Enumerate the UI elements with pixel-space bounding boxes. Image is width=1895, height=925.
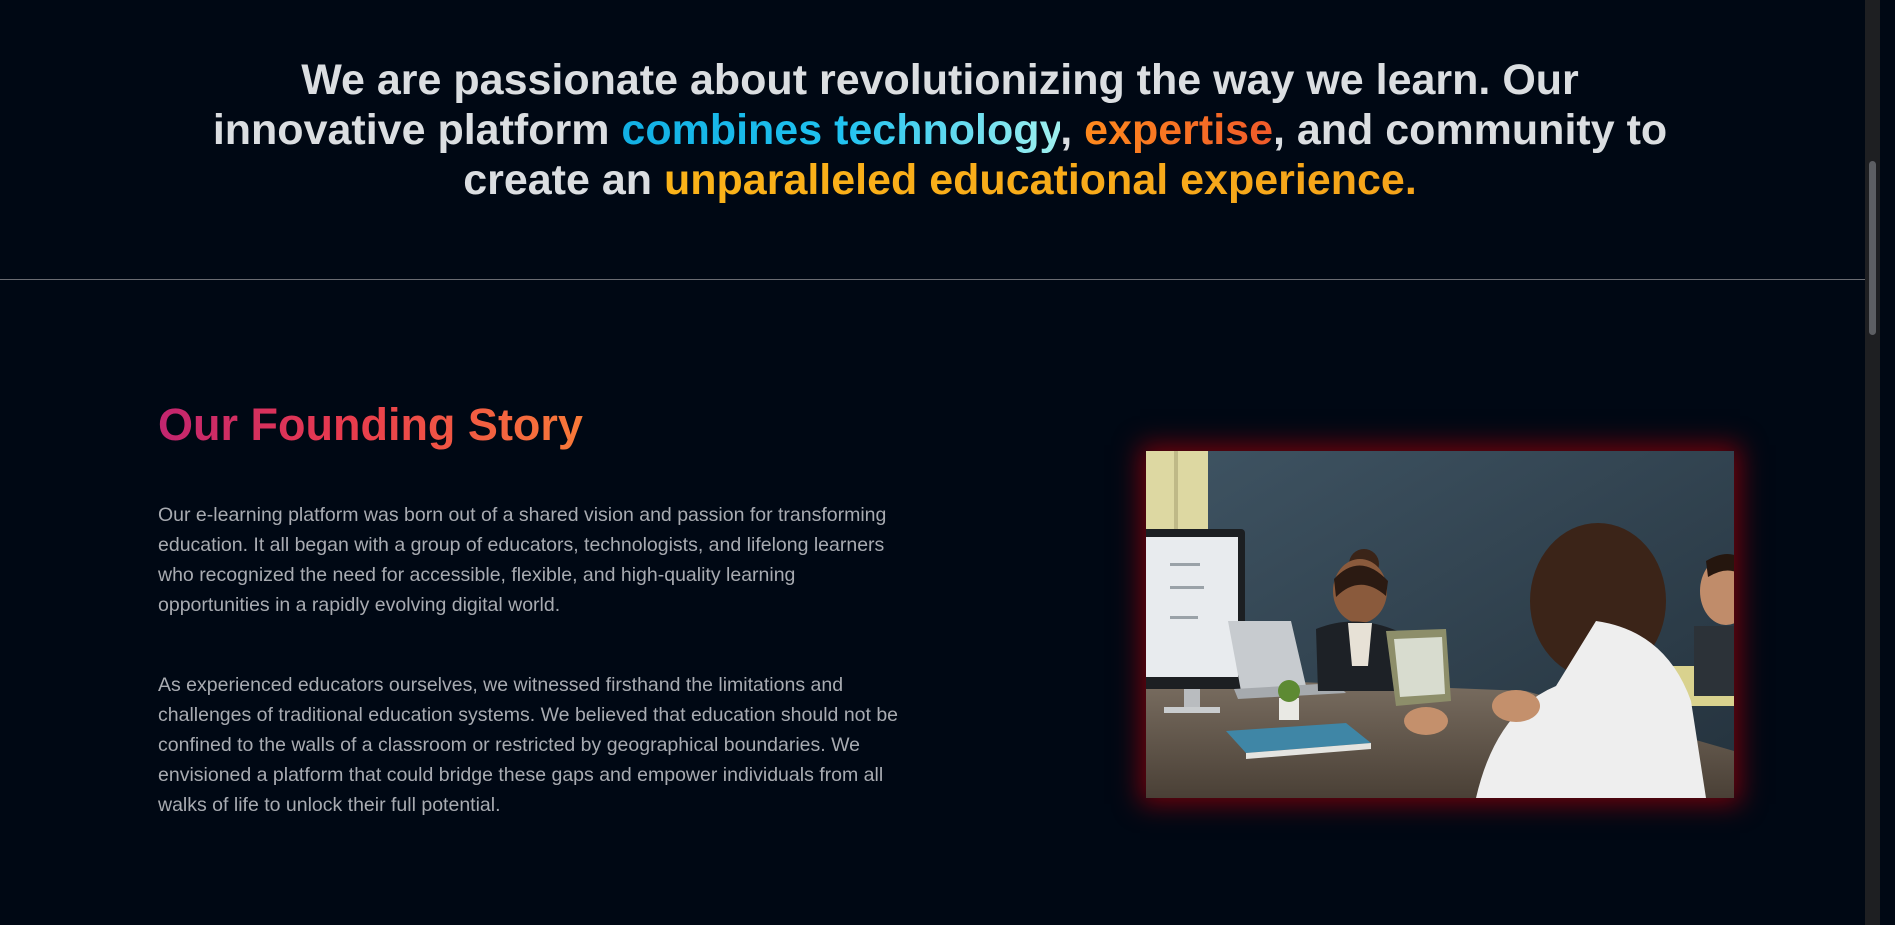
scrollbar-thumb[interactable] <box>1869 161 1876 335</box>
mission-comma: , <box>1060 105 1073 154</box>
mission-line-2-start: innovative platform <box>212 105 622 154</box>
page-scrollbar[interactable] <box>1865 0 1880 925</box>
highlight-combines-technology: combines technology <box>621 105 1061 154</box>
plant-icon <box>1278 680 1300 702</box>
founding-story-paragraph-1: Our e-learning platform was born out of … <box>158 504 887 616</box>
classroom-photo-illustration <box>1146 451 1734 798</box>
highlight-educational-experience: unparalleled educational experience. <box>664 155 1417 204</box>
mission-statement-heading: We are passionate about revolutionizing … <box>0 55 1880 205</box>
mission-line-3-start: create an <box>463 155 664 204</box>
mission-line-1: We are passionate about revolutionizing … <box>301 55 1579 104</box>
founding-story-paragraph-2: As experienced educators ourselves, we w… <box>158 674 899 816</box>
highlight-expertise: expertise <box>1084 105 1273 154</box>
section-divider <box>0 279 1880 280</box>
about-page: We are passionate about revolutionizing … <box>0 0 1880 925</box>
mission-line-2-end: , and community to <box>1272 105 1668 154</box>
founding-story-title: Our Founding Story <box>158 397 583 453</box>
mission-line-3: create an unparalleled educational exper… <box>0 155 1880 205</box>
classroom-photo <box>1146 451 1734 798</box>
mission-line-2: innovative platform combines technology,… <box>0 105 1880 155</box>
